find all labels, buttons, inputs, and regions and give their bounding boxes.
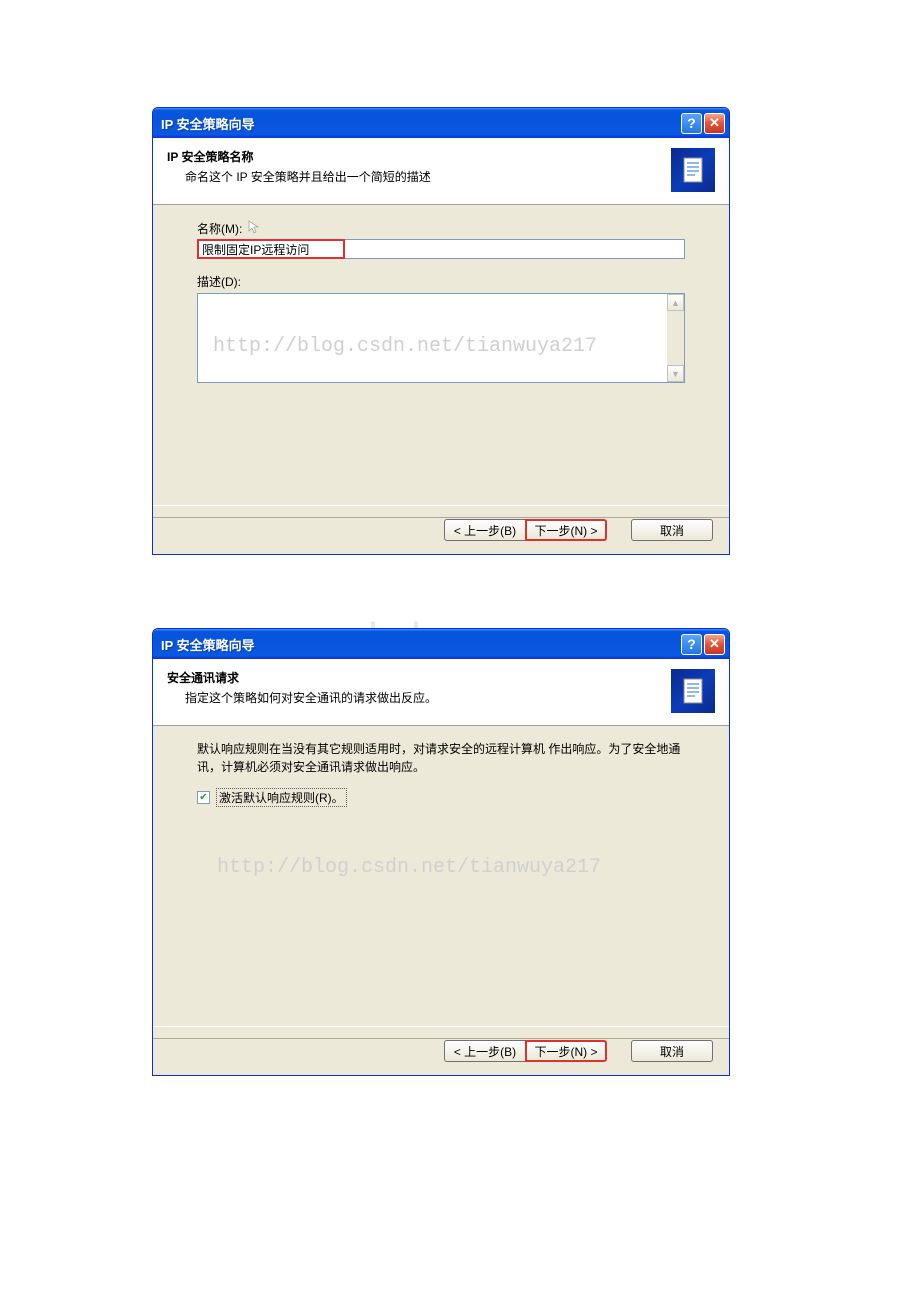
back-button[interactable]: < 上一步(B) [444, 1040, 526, 1062]
help-button[interactable]: ? [681, 634, 702, 655]
close-button[interactable]: ✕ [704, 113, 725, 134]
dialog-footer: < 上一步(B) 下一步(N) > 取消 [153, 505, 729, 554]
scroll-up-icon[interactable]: ▲ [667, 294, 684, 311]
info-text: 默认响应规则在当没有其它规则适用时，对请求安全的远程计算机 作出响应。为了安全地… [197, 740, 685, 776]
checkbox-label: 激活默认响应规则(R)。 [216, 788, 347, 807]
wizard-dialog-name: IP 安全策略向导 ? ✕ IP 安全策略名称 命名这个 IP 安全策略并且给出… [152, 107, 730, 555]
close-button[interactable]: ✕ [704, 634, 725, 655]
name-input[interactable] [197, 239, 345, 259]
scrollbar[interactable]: ▲ ▼ [667, 294, 684, 382]
titlebar[interactable]: IP 安全策略向导 ? ✕ [153, 108, 729, 138]
dialog-content: 默认响应规则在当没有其它规则适用时，对请求安全的远程计算机 作出响应。为了安全地… [153, 726, 729, 1026]
document-icon [671, 148, 715, 192]
activate-rule-checkbox[interactable]: ✔ 激活默认响应规则(R)。 [197, 788, 685, 807]
dialog-footer: < 上一步(B) 下一步(N) > 取消 [153, 1026, 729, 1075]
titlebar-text: IP 安全策略向导 [161, 114, 681, 133]
name-input-extend[interactable] [345, 239, 685, 259]
desc-textarea-wrap: ▲ ▼ [197, 293, 685, 383]
cancel-button[interactable]: 取消 [631, 519, 713, 541]
header-subtitle: 命名这个 IP 安全策略并且给出一个简短的描述 [167, 168, 661, 185]
document-icon [671, 669, 715, 713]
titlebar-text: IP 安全策略向导 [161, 635, 681, 654]
header-subtitle: 指定这个策略如何对安全通讯的请求做出反应。 [167, 689, 661, 706]
cursor-icon [246, 219, 264, 237]
checkbox-icon[interactable]: ✔ [197, 791, 210, 804]
header-title: IP 安全策略名称 [167, 148, 661, 165]
dialog-header: IP 安全策略名称 命名这个 IP 安全策略并且给出一个简短的描述 [153, 138, 729, 205]
wizard-dialog-comm: IP 安全策略向导 ? ✕ 安全通讯请求 指定这个策略如何对安全通讯的请求做出反… [152, 628, 730, 1076]
back-button[interactable]: < 上一步(B) [444, 519, 526, 541]
next-button[interactable]: 下一步(N) > [525, 519, 607, 541]
scroll-down-icon[interactable]: ▼ [667, 365, 684, 382]
next-button[interactable]: 下一步(N) > [525, 1040, 607, 1062]
watermark-text: http://blog.csdn.net/tianwuya217 [217, 856, 601, 879]
help-button[interactable]: ? [681, 113, 702, 134]
desc-textarea[interactable] [198, 294, 667, 382]
name-label: 名称(M): [197, 219, 685, 237]
cancel-button[interactable]: 取消 [631, 1040, 713, 1062]
titlebar[interactable]: IP 安全策略向导 ? ✕ [153, 629, 729, 659]
desc-label: 描述(D): [197, 273, 685, 290]
dialog-header: 安全通讯请求 指定这个策略如何对安全通讯的请求做出反应。 [153, 659, 729, 726]
header-title: 安全通讯请求 [167, 669, 661, 686]
dialog-content: 名称(M): 描述(D): ▲ ▼ http://blog.csdn.net/t… [153, 205, 729, 505]
